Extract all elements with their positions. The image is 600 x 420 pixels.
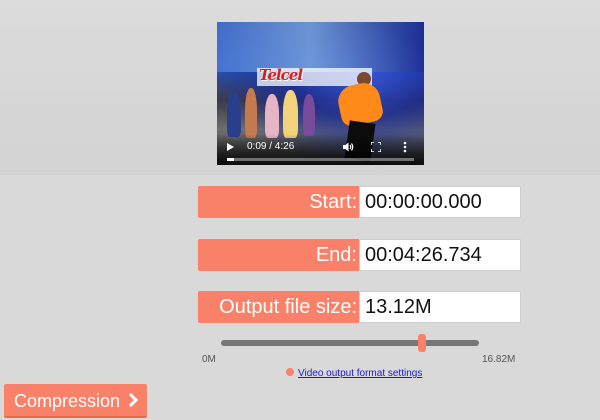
video-dancer bbox=[303, 94, 315, 136]
video-dancer bbox=[283, 90, 298, 138]
compression-button-label: Compression bbox=[14, 391, 121, 411]
output-size-input[interactable]: 13.12M bbox=[359, 291, 521, 323]
start-label: Start: bbox=[198, 186, 359, 218]
file-size-slider-thumb[interactable] bbox=[418, 334, 427, 352]
start-time-input[interactable]: 00:00:00.000 bbox=[359, 186, 521, 218]
video-lead-dancer bbox=[335, 80, 385, 128]
end-time-input[interactable]: 00:04:26.734 bbox=[359, 239, 521, 271]
file-size-slider-track[interactable] bbox=[221, 340, 479, 346]
video-sign-text: Telcel bbox=[259, 66, 303, 84]
chevron-right-icon bbox=[123, 392, 139, 408]
play-icon[interactable] bbox=[227, 143, 234, 151]
more-icon[interactable] bbox=[403, 141, 407, 153]
video-progress-fill bbox=[227, 158, 234, 161]
slider-min-label: 0M bbox=[202, 354, 216, 365]
video-player[interactable]: Telcel 0:09 / 4:26 bbox=[217, 22, 424, 165]
video-progress-bar[interactable] bbox=[227, 158, 414, 161]
video-sky bbox=[217, 22, 424, 72]
gear-icon bbox=[286, 368, 294, 377]
compression-button[interactable]: Compression bbox=[4, 384, 147, 418]
video-dancer bbox=[245, 88, 257, 138]
video-dancer bbox=[265, 94, 279, 138]
video-controls: 0:09 / 4:26 bbox=[217, 135, 424, 165]
volume-icon[interactable] bbox=[342, 141, 354, 153]
settings-link-text: Video output format settings bbox=[298, 368, 423, 379]
end-label: End: bbox=[198, 239, 359, 271]
video-time: 0:09 / 4:26 bbox=[247, 141, 295, 152]
fullscreen-icon[interactable] bbox=[371, 142, 381, 152]
slider-max-label: 16.82M bbox=[482, 354, 516, 365]
video-output-settings-link[interactable]: Video output format settings bbox=[286, 368, 422, 379]
video-dancer bbox=[227, 92, 241, 137]
output-size-label: Output file size: bbox=[198, 291, 359, 323]
